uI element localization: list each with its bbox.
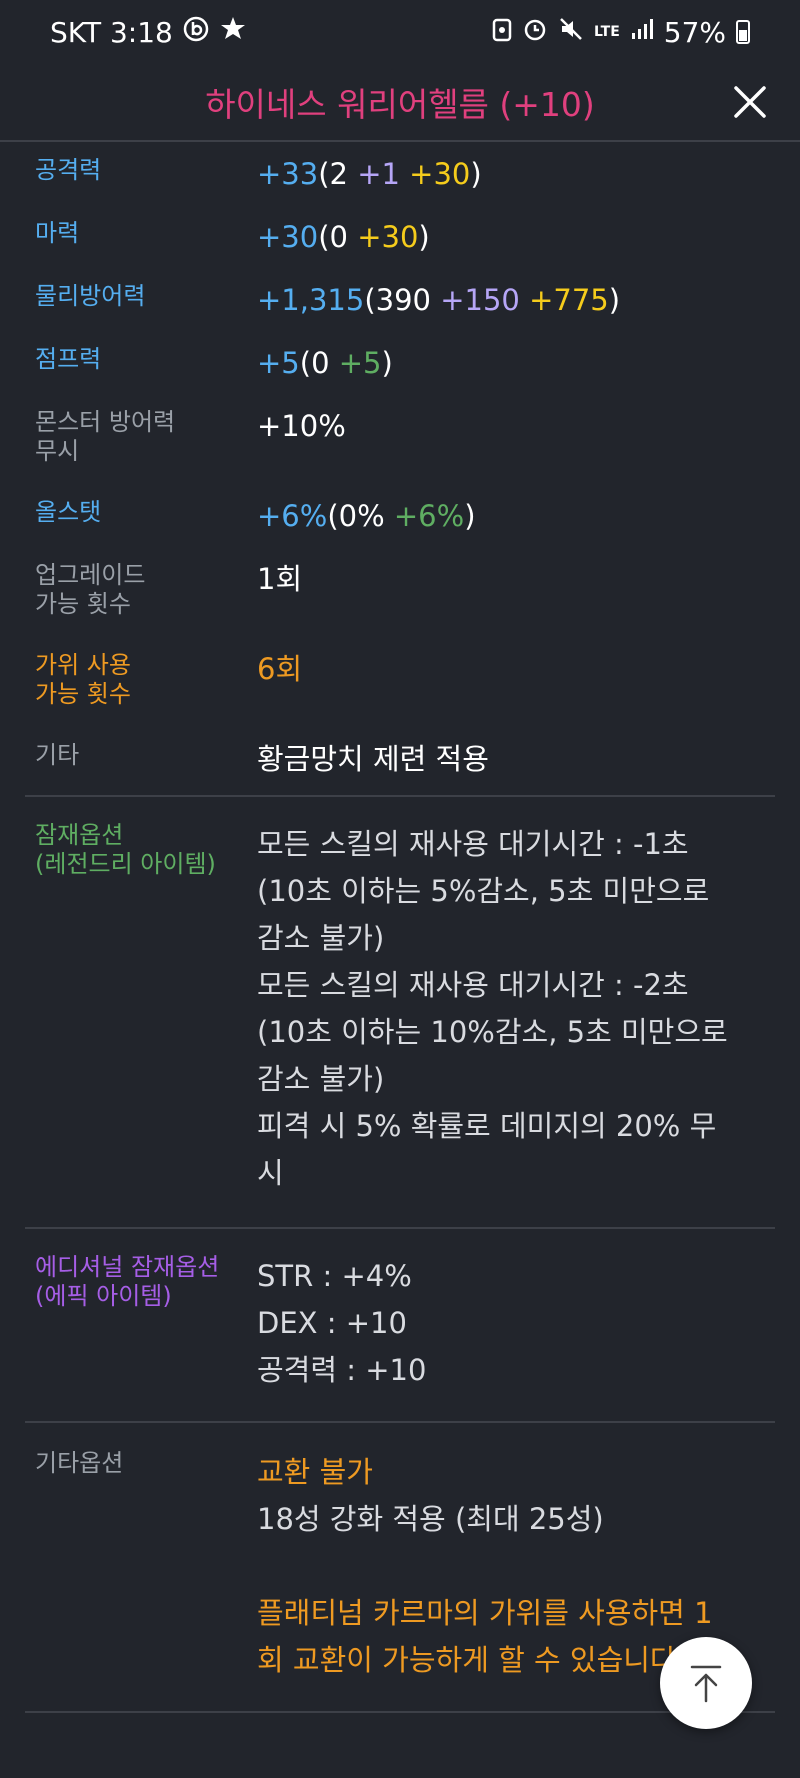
stat-value: +10% <box>257 409 346 443</box>
potential-line: (10초 이하는 5%감소, 5초 미만으로 <box>257 874 710 908</box>
signal-icon <box>630 17 654 47</box>
stat-base: 0 <box>311 346 339 380</box>
etc-options-label: 기타옵션 <box>35 1449 124 1477</box>
stat-label: 업그레이드 가능 횟수 <box>35 561 146 618</box>
carrier-time: SKT 3:18 <box>50 15 173 49</box>
additional-potential-lines: STR : +4% DEX : +10 공격력 : +10 <box>257 1253 426 1421</box>
stat-value: +1,315(390 +150 +775) <box>257 282 775 331</box>
lock-screen-icon <box>492 16 512 48</box>
potential-line: 감소 불가) <box>257 1062 385 1096</box>
scroll-to-top-button[interactable] <box>660 1637 752 1729</box>
stat-row-etc: 기타 황금망치 제련 적용 <box>25 727 775 795</box>
close-button[interactable] <box>726 78 774 126</box>
additional-line: DEX : +10 <box>257 1306 407 1340</box>
status-right: LTE 57% <box>492 16 750 49</box>
stat-row-jump: 점프력 +5(0 +5) <box>25 331 775 394</box>
stat-value: +5(0 +5) <box>257 345 775 394</box>
potential-line: (10초 이하는 10%감소, 5초 미만으로 <box>257 1015 728 1049</box>
stat-label: 물리방어력 <box>35 282 146 310</box>
stat-extra: +5 <box>338 346 382 380</box>
stat-value: 1회 <box>257 562 303 596</box>
paren-open: ( <box>364 283 376 317</box>
stat-value: +33(2 +1 +30) <box>257 156 775 205</box>
stat-value: 황금망치 제련 적용 <box>257 742 489 776</box>
stat-row-scissors: 가위 사용 가능 횟수 6회 <box>25 637 775 727</box>
paren-close: ) <box>381 346 393 380</box>
item-title: 하이네스 워리어헬름 (+10) <box>205 85 595 124</box>
stat-label: 마력 <box>35 219 80 247</box>
potential-line: 시 <box>257 1156 284 1190</box>
additional-line: 공격력 : +10 <box>257 1353 427 1387</box>
potential-line: 모든 스킬의 재사용 대기시간 : -2초 <box>257 968 689 1002</box>
stat-enhance: +775 <box>529 283 609 317</box>
stat-total: +6% <box>257 499 328 533</box>
stat-label: 몬스터 방어력 무시 <box>35 408 176 465</box>
stat-base: 0% <box>338 499 394 533</box>
stat-base: 390 <box>375 283 441 317</box>
paren-close: ) <box>464 499 476 533</box>
stat-value: +6%(0% +6%) <box>257 498 775 547</box>
stat-total: +5 <box>257 346 300 380</box>
karma-note: 플래티넘 카르마의 가위를 사용하면 1 <box>257 1596 713 1630</box>
potential-label: 잠재옵션 (레전드리 아이템) <box>35 821 216 878</box>
battery-percent: 57% <box>663 15 726 49</box>
stat-row-upgrade: 업그레이드 가능 횟수 1회 <box>25 547 775 637</box>
stat-label: 공격력 <box>35 156 102 184</box>
potential-section: 잠재옵션 (레전드리 아이템) 모든 스킬의 재사용 대기시간 : -1초 (1… <box>25 797 775 1227</box>
paren-open: ( <box>318 220 330 254</box>
stat-total: +30 <box>257 220 319 254</box>
stat-row-attack: 공격력 +33(2 +1 +30) <box>25 142 775 205</box>
stat-enhance: +30 <box>357 220 419 254</box>
arrow-up-icon <box>690 1665 722 1703</box>
stat-base: 2 <box>329 157 358 191</box>
paren-close: ) <box>608 283 621 317</box>
stat-total: +1,315 <box>257 283 365 317</box>
status-bar: SKT 3:18 LTE 57% <box>0 0 800 64</box>
stat-total: +33 <box>257 157 319 191</box>
potential-lines: 모든 스킬의 재사용 대기시간 : -1초 (10초 이하는 5%감소, 5초 … <box>257 821 728 1227</box>
potential-line: 피격 시 5% 확률로 데미지의 20% 무 <box>257 1109 717 1143</box>
potential-line: 모든 스킬의 재사용 대기시간 : -1초 <box>257 827 689 861</box>
battery-icon <box>736 20 750 44</box>
paren-close: ) <box>470 157 482 191</box>
stat-bonus: +150 <box>440 283 530 317</box>
additional-potential-label: 에디셔널 잠재옵션 (에픽 아이템) <box>35 1253 220 1310</box>
mute-icon <box>558 16 584 48</box>
item-stats: 공격력 +33(2 +1 +30) 마력 +30(0 +30) 물리방어력 +1… <box>25 142 775 1713</box>
stat-label: 가위 사용 가능 횟수 <box>35 651 131 708</box>
status-left: SKT 3:18 <box>50 15 247 49</box>
paren-open: ( <box>318 157 330 191</box>
stat-row-ignore-defense: 몬스터 방어력 무시 +10% <box>25 394 775 484</box>
additional-potential-section: 에디셔널 잠재옵션 (에픽 아이템) STR : +4% DEX : +10 공… <box>25 1229 775 1421</box>
divider <box>25 1711 775 1713</box>
karma-note: 회 교환이 가능하게 할 수 있습니다. <box>257 1643 686 1677</box>
stat-label: 기타 <box>35 741 80 769</box>
flower-icon <box>219 15 247 49</box>
paren-close: ) <box>418 220 430 254</box>
stat-bonus: +1 <box>357 157 410 191</box>
paren-open: ( <box>299 346 312 380</box>
etc-options-lines: 교환 불가 18성 강화 적용 (최대 25성) 플래티넘 카르마의 가위를 사… <box>257 1449 713 1711</box>
trade-restriction: 교환 불가 <box>257 1455 373 1489</box>
stat-label: 점프력 <box>35 345 102 373</box>
close-icon <box>734 86 766 118</box>
stat-value: +30(0 +30) <box>257 219 775 268</box>
stat-row-magic: 마력 +30(0 +30) <box>25 205 775 268</box>
potential-line: 감소 불가) <box>257 921 385 955</box>
stat-base: 0 <box>329 220 358 254</box>
stat-label: 올스탯 <box>35 498 102 526</box>
additional-line: STR : +4% <box>257 1259 412 1293</box>
stat-extra: +6% <box>393 499 465 533</box>
stat-value: 6회 <box>257 652 303 686</box>
stat-enhance: +30 <box>409 157 471 191</box>
item-header: 하이네스 워리어헬름 (+10) <box>0 64 800 142</box>
star-force-info: 18성 강화 적용 (최대 25성) <box>257 1502 604 1536</box>
b-circle-icon <box>183 16 209 48</box>
alarm-icon <box>522 16 548 48</box>
stat-row-defense: 물리방어력 +1,315(390 +150 +775) <box>25 268 775 331</box>
stat-row-allstat: 올스탯 +6%(0% +6%) <box>25 484 775 547</box>
paren-open: ( <box>327 499 339 533</box>
network-label: LTE <box>594 24 620 40</box>
